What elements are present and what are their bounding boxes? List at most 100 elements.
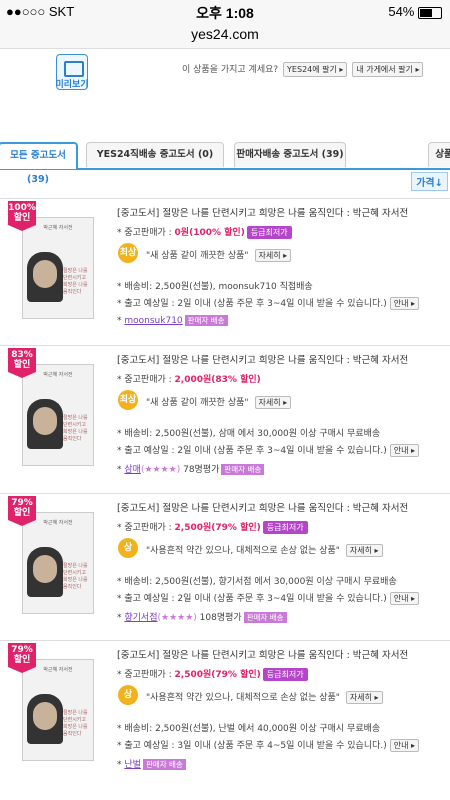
clock: 오후 1:08: [196, 5, 254, 21]
seller-shipping-badge: 판매자 배송: [243, 612, 287, 623]
cover-text: 절망은 나를 단련시키고 희망은 나를 움직인다: [63, 710, 88, 737]
used-price: 2,500원: [174, 670, 212, 680]
item-title[interactable]: [중고도서] 절망은 나를 단련시키고 희망은 나를 움직인다 : 박근혜 자서…: [117, 352, 408, 366]
product-actions: 미리보기 이 상품을 가지고 계세요? YES24에 팔기 ▸ 내 가게에서 팔…: [0, 48, 450, 140]
detail-button[interactable]: 자세히 ▸: [254, 396, 292, 409]
price-label: * 중고판매가 :: [117, 375, 172, 385]
cover-text: 절망은 나를 단련시키고 희망은 나를 움직인다: [63, 268, 88, 295]
shipping-info: * 배송비: 2,500원(선불), 삼매 에서 30,000원 이상 구매시 …: [117, 429, 381, 439]
discount-badge: 83% 할인: [8, 348, 36, 378]
eta-row: * 출고 예상일 : 3일 이내 (상품 주문 후 4~5일 이내 받을 수 있…: [117, 738, 420, 752]
used-price: 0원: [174, 228, 190, 238]
have-text: 이 상품을 가지고 계세요?: [182, 65, 279, 75]
guide-button[interactable]: 안내 ▸: [389, 297, 420, 310]
item-title-text: [중고도서] 절망은 나를 단련시키고 희망은 나를 움직인다 : 박근혜 자서…: [117, 208, 409, 219]
condition-text: "사용흔적 약간 있으나, 대체적으로 손상 없는 상품": [146, 546, 340, 556]
shipping-info: * 배송비: 2,500원(선불), 난벌 에서 40,000원 이상 구매시 …: [117, 724, 381, 734]
discount-text: (79% 할인): [211, 670, 261, 680]
discount-percent: 83%: [11, 350, 33, 360]
discount-badge: 100% 할인: [8, 201, 36, 231]
lowest-price-badge: 등급최저가: [262, 668, 308, 681]
price-label: * 중고판매가 :: [117, 228, 172, 238]
seller-link[interactable]: 난벌: [124, 760, 141, 770]
shipping-info: * 배송비: 2,500원(선불), moonsuk710 직접배송: [117, 282, 313, 292]
discount-text: (83% 할인): [211, 375, 261, 385]
sell-prompt: 이 상품을 가지고 계세요? YES24에 팔기 ▸ 내 가게에서 팔기 ▸: [182, 62, 424, 77]
eta-text: * 출고 예상일 : 2일 이내 (상품 주문 후 3~4일 이내 받을 수 있…: [117, 594, 387, 604]
cover-text: 절망은 나를 단련시키고 희망은 나를 움직인다: [63, 563, 88, 590]
sell-in-my-store-button[interactable]: 내 가게에서 팔기 ▸: [352, 62, 424, 77]
cover-text: 절망은 나를 단련시키고 희망은 나를 움직인다: [63, 415, 88, 442]
detail-button[interactable]: 자세히 ▸: [345, 691, 383, 704]
seller-rating: 78명평가: [183, 465, 220, 475]
guide-button[interactable]: 안내 ▸: [389, 444, 420, 457]
list-item: 박근혜 자서전 절망은 나를 단련시키고 희망은 나를 움직인다 83% 할인 [중고도…: [0, 345, 450, 491]
item-title[interactable]: [중고도서] 절망은 나를 단련시키고 희망은 나를 움직인다 : 박근혜 자서…: [117, 205, 408, 219]
sort-price-button[interactable]: 가격↓: [411, 172, 448, 191]
portrait-face: [33, 555, 57, 583]
discount-badge: 79% 할인: [8, 496, 36, 526]
book-cover[interactable]: 박근혜 자서전 절망은 나를 단련시키고 희망은 나를 움직인다: [22, 659, 94, 761]
price-row: * 중고판매가 : 2,500원(79% 할인) 등급최저가: [117, 520, 308, 534]
item-title[interactable]: [중고도서] 절망은 나를 단련시키고 희망은 나를 움직인다 : 박근혜 자서…: [117, 500, 408, 514]
seller-row: * 난벌 판매자 배송: [117, 757, 186, 770]
used-book-tabs: 모든 중고도서 (39) YES24직배송 중고도서 (0) 판매자배송 중고도…: [0, 142, 450, 185]
lowest-price-badge: 등급최저가: [262, 521, 308, 534]
address-bar[interactable]: yes24.com: [0, 24, 450, 49]
detail-button[interactable]: 자세히 ▸: [345, 544, 383, 557]
book-icon: [64, 61, 84, 77]
discount-word: 할인: [13, 213, 31, 223]
portrait-face: [33, 407, 57, 435]
seller-link[interactable]: 향기서점: [124, 613, 157, 623]
battery-indicator: 54%: [388, 4, 442, 19]
item-title-text: [중고도서] 절망은 나를 단련시키고 희망은 나를 움직인다 : 박근혜 자서…: [117, 650, 409, 661]
condition-text: "새 상품 같이 깨끗한 상품": [146, 251, 249, 261]
discount-text: (79% 할인): [211, 523, 261, 533]
url-text: yes24.com: [191, 26, 259, 42]
eta-row: * 출고 예상일 : 2일 이내 (상품 주문 후 3~4일 이내 받을 수 있…: [117, 591, 420, 605]
condition-row: "새 상품 같이 깨끗한 상품" 자세히 ▸: [146, 395, 292, 409]
detail-button[interactable]: 자세히 ▸: [254, 249, 292, 262]
item-title[interactable]: [중고도서] 절망은 나를 단련시키고 희망은 나를 움직인다 : 박근혜 자서…: [117, 647, 408, 661]
shipping-info: * 배송비: 2,500원(선불), 향기서점 에서 30,000원 이상 구매…: [117, 577, 397, 587]
tab-yes24-direct[interactable]: YES24직배송 중고도서 (0): [86, 142, 224, 167]
guide-button[interactable]: 안내 ▸: [389, 592, 420, 605]
condition-text: "새 상품 같이 깨끗한 상품": [146, 398, 249, 408]
condition-grade-icon: 최상: [118, 243, 138, 263]
condition-text: "사용흔적 약간 있으나, 대체적으로 손상 없는 상품": [146, 693, 340, 703]
discount-percent: 79%: [11, 498, 33, 508]
condition-grade-icon: 상: [118, 538, 138, 558]
discount-word: 할인: [13, 508, 31, 518]
eta-text: * 출고 예상일 : 2일 이내 (상품 주문 후 3~4일 이내 받을 수 있…: [117, 446, 387, 456]
seller-row: * moonsuk710 판매자 배송: [117, 315, 228, 326]
eta-row: * 출고 예상일 : 2일 이내 (상품 주문 후 3~4일 이내 받을 수 있…: [117, 443, 420, 457]
book-cover[interactable]: 박근혜 자서전 절망은 나를 단련시키고 희망은 나를 움직인다: [22, 512, 94, 614]
seller-link[interactable]: 삼매: [124, 465, 141, 475]
discount-badge: 79% 할인: [8, 643, 36, 673]
discount-word: 할인: [13, 655, 31, 665]
tab-all-used[interactable]: 모든 중고도서 (39): [0, 142, 78, 185]
discount-percent: 100%: [8, 203, 36, 213]
tab-product[interactable]: 상품: [428, 142, 450, 167]
seller-row: * 삼매(★★★★) 78명평가 판매자 배송: [117, 462, 265, 475]
seller-link[interactable]: moonsuk710: [124, 316, 182, 326]
battery-percent: 54%: [388, 4, 415, 19]
preview-button[interactable]: 미리보기: [55, 54, 89, 90]
eta-text: * 출고 예상일 : 2일 이내 (상품 주문 후 3~4일 이내 받을 수 있…: [117, 299, 387, 309]
guide-button[interactable]: 안내 ▸: [389, 739, 420, 752]
eta-row: * 출고 예상일 : 2일 이내 (상품 주문 후 3~4일 이내 받을 수 있…: [117, 296, 420, 310]
book-cover[interactable]: 박근혜 자서전 절망은 나를 단련시키고 희망은 나를 움직인다: [22, 364, 94, 466]
item-title-text: [중고도서] 절망은 나를 단련시키고 희망은 나를 움직인다 : 박근혜 자서…: [117, 355, 409, 366]
discount-word: 할인: [13, 360, 31, 370]
item-title-text: [중고도서] 절망은 나를 단련시키고 희망은 나를 움직인다 : 박근혜 자서…: [117, 503, 409, 514]
price-row: * 중고판매가 : 0원(100% 할인) 등급최저가: [117, 225, 292, 239]
used-price: 2,500원: [174, 523, 212, 533]
tab-seller-shipping[interactable]: 판매자배송 중고도서 (39): [234, 142, 346, 167]
price-label: * 중고판매가 :: [117, 523, 172, 533]
seller-stars: (★★★★): [157, 613, 197, 623]
price-row: * 중고판매가 : 2,000원(83% 할인): [117, 372, 261, 385]
status-bar: ●●○○○ SKT 오후 1:08 54%: [0, 0, 450, 24]
sell-to-yes24-button[interactable]: YES24에 팔기 ▸: [283, 62, 348, 77]
condition-grade-icon: 상: [118, 685, 138, 705]
book-cover[interactable]: 박근혜 자서전 절망은 나를 단련시키고 희망은 나를 움직인다: [22, 217, 94, 319]
